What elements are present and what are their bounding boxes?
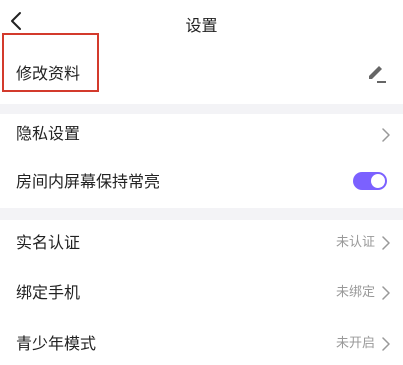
youth-mode-row[interactable]: 青少年模式 未开启: [0, 320, 403, 365]
toggle-knob: [371, 174, 385, 188]
pencil-icon[interactable]: [365, 62, 387, 84]
bind-phone-label: 绑定手机: [16, 283, 81, 302]
keep-screen-on-toggle[interactable]: [353, 172, 387, 190]
youth-mode-status: 未开启: [335, 336, 375, 351]
privacy-settings-row[interactable]: 隐私设置: [0, 114, 403, 156]
chevron-right-icon: [382, 337, 390, 351]
chevron-right-icon: [382, 236, 390, 250]
youth-mode-label: 青少年模式: [16, 334, 97, 353]
bind-phone-row[interactable]: 绑定手机 未绑定: [0, 270, 403, 316]
real-name-verification-status: 未认证: [335, 235, 375, 250]
keep-screen-on-label: 房间内屏幕保持常亮: [16, 172, 161, 191]
real-name-verification-label: 实名认证: [16, 233, 81, 252]
privacy-settings-label: 隐私设置: [16, 124, 81, 143]
highlight-box: [2, 33, 99, 92]
section-divider-2: [0, 208, 403, 220]
keep-screen-on-row: 房间内屏幕保持常亮: [0, 158, 403, 204]
section-divider: [0, 104, 403, 114]
bind-phone-status: 未绑定: [335, 285, 375, 300]
chevron-right-icon: [382, 128, 390, 142]
real-name-verification-row[interactable]: 实名认证 未认证: [0, 220, 403, 266]
chevron-right-icon: [382, 286, 390, 300]
